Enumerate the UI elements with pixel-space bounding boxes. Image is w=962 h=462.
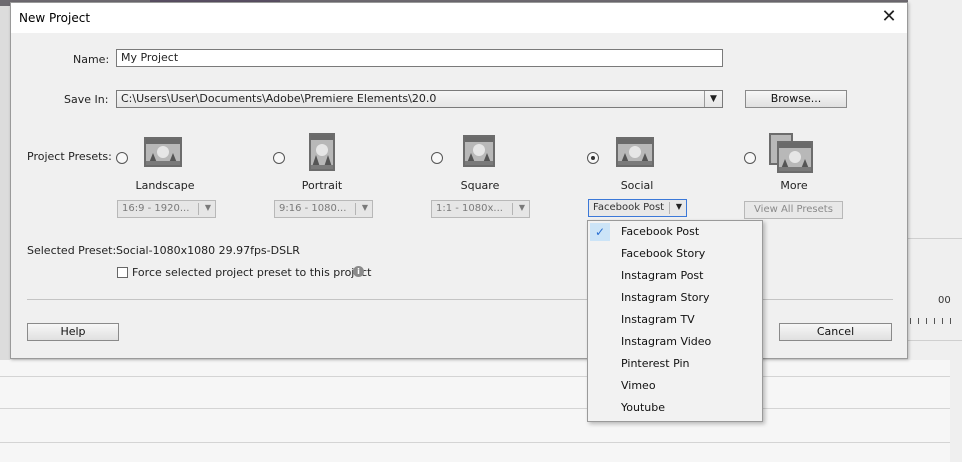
preset-name-more: More: [780, 179, 808, 192]
ruler-number: 00: [938, 295, 951, 306]
preset-name-portrait: Portrait: [301, 179, 343, 192]
dropdown-item-label: Instagram TV: [621, 313, 695, 326]
social-icon: [616, 137, 654, 167]
dropdown-item-vimeo[interactable]: Vimeo: [588, 375, 762, 397]
save-in-select[interactable]: C:\Users\User\Documents\Adobe\Premiere E…: [116, 90, 723, 108]
dropdown-item-label: Instagram Story: [621, 291, 710, 304]
dropdown-item-pinterest-pin[interactable]: Pinterest Pin: [588, 353, 762, 375]
preset-option-social: Facebook Post: [593, 202, 665, 213]
timeline-area: [0, 360, 950, 462]
dropdown-item-label: Instagram Post: [621, 269, 704, 282]
info-icon[interactable]: i: [353, 266, 364, 277]
select-separator: [512, 203, 513, 215]
preset-select-square: 1:1 - 1080x... ▼: [431, 200, 530, 218]
preset-radio-landscape[interactable]: [116, 152, 128, 164]
view-all-presets-button: View All Presets: [744, 201, 843, 219]
dialog-divider: [27, 299, 893, 300]
chevron-down-icon: ▼: [518, 203, 525, 212]
checkmark-icon: ✓: [590, 223, 610, 241]
browse-button[interactable]: Browse...: [745, 90, 847, 108]
preset-radio-more[interactable]: [744, 152, 756, 164]
preset-name-square: Square: [460, 179, 500, 192]
preset-select-portrait: 9:16 - 1080... ▼: [274, 200, 373, 218]
landscape-icon: [144, 137, 182, 167]
close-button[interactable]: ✕: [877, 6, 901, 30]
select-separator: [198, 203, 199, 215]
timeline-track-line: [0, 442, 950, 443]
select-separator: [669, 202, 670, 214]
chevron-down-icon: ▼: [675, 202, 682, 211]
dropdown-item-instagram-story[interactable]: Instagram Story: [588, 287, 762, 309]
dropdown-item-label: Facebook Post: [621, 225, 700, 238]
timeline-ruler: 00: [908, 292, 962, 332]
dropdown-item-instagram-video[interactable]: Instagram Video: [588, 331, 762, 353]
name-input[interactable]: My Project: [116, 49, 723, 67]
preset-option-landscape: 16:9 - 1920...: [122, 203, 190, 214]
preset-option-square: 1:1 - 1080x...: [436, 203, 503, 214]
social-preset-dropdown: ✓ Facebook Post Facebook Story Instagram…: [587, 220, 763, 422]
preset-radio-social[interactable]: [587, 152, 599, 164]
force-preset-checkbox[interactable]: [117, 267, 128, 278]
name-label: Name:: [73, 53, 110, 66]
dropdown-item-label: Facebook Story: [621, 247, 706, 260]
timeline-track-line: [0, 376, 950, 377]
selected-preset-label: Selected Preset:: [27, 244, 117, 257]
save-in-label: Save In:: [64, 93, 109, 106]
timeline-track-line: [0, 408, 950, 409]
portrait-icon: [309, 133, 335, 171]
dialog-title: New Project: [19, 11, 91, 25]
more-presets-front-icon: [777, 141, 813, 173]
dropdown-item-label: Vimeo: [621, 379, 656, 392]
dropdown-item-facebook-story[interactable]: Facebook Story: [588, 243, 762, 265]
cancel-button[interactable]: Cancel: [779, 323, 892, 341]
selected-preset-value: Social-1080x1080 29.97fps-DSLR: [116, 244, 300, 257]
ruler-ticks: [910, 318, 958, 324]
project-presets-label: Project Presets:: [27, 150, 112, 163]
chevron-down-icon: ▼: [204, 203, 211, 212]
help-button[interactable]: Help: [27, 323, 119, 341]
save-in-value: C:\Users\User\Documents\Adobe\Premiere E…: [121, 92, 437, 105]
dropdown-item-instagram-tv[interactable]: Instagram TV: [588, 309, 762, 331]
new-project-dialog: New Project ✕ Name: My Project Save In: …: [10, 2, 908, 359]
preset-select-landscape: 16:9 - 1920... ▼: [117, 200, 216, 218]
chevron-down-icon: ▼: [704, 91, 722, 107]
preset-name-landscape: Landscape: [135, 179, 195, 192]
force-preset-label: Force selected project preset to this pr…: [132, 266, 372, 279]
select-separator: [355, 203, 356, 215]
preset-select-social[interactable]: Facebook Post ▼: [588, 199, 687, 217]
preset-radio-square[interactable]: [431, 152, 443, 164]
app-left-edge: [0, 6, 10, 360]
dropdown-item-instagram-post[interactable]: Instagram Post: [588, 265, 762, 287]
dropdown-item-label: Youtube: [621, 401, 665, 414]
dropdown-item-label: Pinterest Pin: [621, 357, 690, 370]
preset-option-portrait: 9:16 - 1080...: [279, 203, 347, 214]
dropdown-item-youtube[interactable]: Youtube: [588, 397, 762, 419]
preset-name-social: Social: [620, 179, 654, 192]
chevron-down-icon: ▼: [361, 203, 368, 212]
panel-divider: [908, 340, 962, 341]
dropdown-item-label: Instagram Video: [621, 335, 712, 348]
dialog-titlebar[interactable]: New Project ✕: [11, 3, 907, 33]
dropdown-item-facebook-post[interactable]: ✓ Facebook Post: [588, 221, 762, 243]
preset-radio-portrait[interactable]: [273, 152, 285, 164]
square-icon: [463, 135, 495, 167]
panel-divider: [908, 238, 962, 239]
